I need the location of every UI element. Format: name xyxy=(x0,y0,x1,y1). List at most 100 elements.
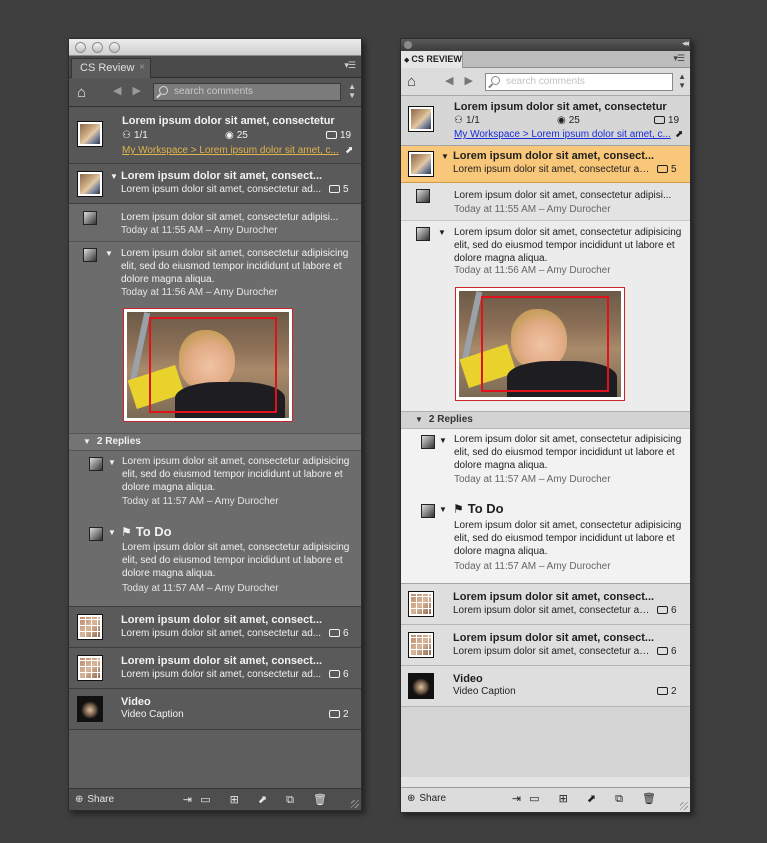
resize-grip-icon[interactable] xyxy=(351,800,359,808)
search-input[interactable]: search comments xyxy=(153,83,341,101)
status-badge[interactable]: ⚑ To Do xyxy=(121,524,172,539)
back-forward-icon[interactable]: ◀ ▶ xyxy=(445,74,477,87)
file-title: Lorem ipsum dolor sit amet, consect... xyxy=(121,655,323,667)
share-button[interactable]: ⊕ Share xyxy=(407,793,446,804)
chevron-down-icon[interactable]: ▼ xyxy=(108,458,116,467)
back-forward-icon[interactable]: ◀ ▶ xyxy=(113,84,145,97)
file-row[interactable]: Lorem ipsum dolor sit amet, consect... L… xyxy=(69,607,361,648)
tab-cs-review[interactable]: CS Review × xyxy=(71,58,151,78)
chevron-down-icon[interactable]: ▼ xyxy=(415,415,423,424)
minimize-window-button[interactable] xyxy=(92,42,103,53)
replies-header[interactable]: ▼ 2 Replies xyxy=(401,411,690,429)
review-summary-row[interactable]: Lorem ipsum dolor sit amet, consectetur … xyxy=(69,107,361,164)
flag-icon: ⚑ xyxy=(453,502,464,516)
thread-subtitle: Lorem ipsum dolor sit amet, consectetur … xyxy=(453,164,651,175)
panel-menu-icon[interactable]: ▾☰ xyxy=(344,60,356,71)
reply-row[interactable]: ▼ Lorem ipsum dolor sit amet, consectetu… xyxy=(401,429,690,497)
file-row[interactable]: Lorem ipsum dolor sit amet, consect... L… xyxy=(401,625,690,666)
file-comment-count: 6 xyxy=(657,605,677,616)
comment-bubble-icon xyxy=(329,670,340,678)
bottom-action-icons[interactable]: ⇥▭ ⊞ ⬈ ⧉ 🗑 xyxy=(512,792,664,806)
replies-header[interactable]: ▼ 2 Replies xyxy=(69,433,361,451)
eye-icon: ◉ xyxy=(225,130,234,141)
file-comment-count: 6 xyxy=(657,646,677,657)
thread-title: Lorem ipsum dolor sit amet, consect... xyxy=(121,170,323,182)
reply-row[interactable]: ▼ Lorem ipsum dolor sit amet, consectetu… xyxy=(69,451,361,519)
tab-cs-review[interactable]: ◆ CS REVIEW xyxy=(401,51,463,68)
zoom-window-button[interactable] xyxy=(109,42,120,53)
comment-text: Lorem ipsum dolor sit amet, consectetur … xyxy=(121,212,339,223)
video-thumbnail xyxy=(77,696,103,722)
thread-title: Lorem ipsum dolor sit amet, consect... xyxy=(453,150,655,162)
reply-row-todo[interactable]: ▼ ⚑ To Do Lorem ipsum dolor sit amet, con… xyxy=(401,497,690,584)
avatar xyxy=(83,248,97,262)
share-button[interactable]: ⊕ Share xyxy=(75,794,114,805)
chevron-down-icon[interactable]: ▼ xyxy=(439,505,447,514)
tab-stepper-icon: ◆ xyxy=(404,57,410,64)
sort-stepper-icon[interactable]: ▲ ▼ xyxy=(678,72,686,90)
avatar xyxy=(416,227,430,241)
chevron-down-icon[interactable]: ▼ xyxy=(108,528,116,537)
chevron-down-icon[interactable]: ▼ xyxy=(438,228,446,237)
chevron-down-icon[interactable]: ▼ xyxy=(83,437,91,446)
open-link-icon[interactable]: ⬈ xyxy=(675,129,683,140)
video-row[interactable]: Video Video Caption 2 xyxy=(401,666,690,707)
resize-grip-icon[interactable] xyxy=(680,802,688,810)
chevron-down-icon[interactable]: ▼ xyxy=(441,152,449,161)
cs-review-panel-dark: CS Review × ▾☰ ⌂ ◀ ▶ search comments ▲ ▼ … xyxy=(68,38,362,811)
file-thumbnail xyxy=(408,632,434,658)
reply-text: Lorem ipsum dolor sit amet, consectetur … xyxy=(454,520,682,557)
comment-row[interactable]: Lorem ipsum dolor sit amet, consectetur … xyxy=(401,183,690,221)
close-window-button[interactable] xyxy=(75,42,86,53)
comment-meta: Today at 11:55 AM – Amy Durocher xyxy=(454,204,611,215)
thread-subtitle: Lorem ipsum dolor sit amet, consectetur … xyxy=(121,184,322,195)
tab-label: CS Review xyxy=(80,62,135,74)
home-icon[interactable]: ⌂ xyxy=(407,73,416,90)
reply-meta: Today at 11:57 AM – Amy Durocher xyxy=(454,474,611,485)
home-icon[interactable]: ⌂ xyxy=(77,84,86,101)
views-count: ◉ 25 xyxy=(225,130,248,141)
collapse-panel-icon[interactable]: ◂◂ xyxy=(682,39,689,49)
eye-icon: ◉ xyxy=(557,115,566,126)
comment-row-with-image[interactable]: ▼ Lorem ipsum dolor sit amet, consectetu… xyxy=(69,242,361,433)
close-tab-icon[interactable]: × xyxy=(139,59,145,77)
file-subtitle: Lorem ipsum dolor sit amet, consectetur … xyxy=(121,669,322,680)
thread-row[interactable]: ▼ Lorem ipsum dolor sit amet, consect...… xyxy=(69,164,361,204)
file-row[interactable]: Lorem ipsum dolor sit amet, consect... L… xyxy=(69,648,361,689)
comment-meta: Today at 11:55 AM – Amy Durocher xyxy=(121,225,278,236)
comments-count: 19 xyxy=(654,115,679,126)
comment-row[interactable]: Lorem ipsum dolor sit amet, consectetur … xyxy=(69,204,361,242)
reply-row-todo[interactable]: ▼ ⚑ To Do Lorem ipsum dolor sit amet, con… xyxy=(69,519,361,607)
file-subtitle: Lorem ipsum dolor sit amet, consectetur … xyxy=(453,605,651,616)
participants-count: ⚇ 1/1 xyxy=(454,115,480,126)
annotated-image[interactable] xyxy=(123,308,293,422)
open-link-icon[interactable]: ⬈ xyxy=(345,145,353,156)
file-thumbnail xyxy=(77,614,103,640)
workspace-link[interactable]: My Workspace > Lorem ipsum dolor sit ame… xyxy=(454,129,672,140)
review-summary-row[interactable]: Lorem ipsum dolor sit amet, consectetur … xyxy=(401,96,690,146)
close-panel-button[interactable] xyxy=(404,41,412,49)
chevron-down-icon[interactable]: ▼ xyxy=(105,249,113,258)
annotated-image[interactable] xyxy=(455,287,625,401)
video-comment-count: 2 xyxy=(657,686,677,697)
reply-meta: Today at 11:57 AM – Amy Durocher xyxy=(122,583,279,594)
panel-menu-icon[interactable]: ▾☰ xyxy=(673,53,685,64)
search-input[interactable]: search comments xyxy=(485,73,673,91)
avatar xyxy=(83,211,97,225)
status-badge[interactable]: ⚑ To Do xyxy=(453,501,504,516)
annotation-rectangle[interactable] xyxy=(481,296,609,392)
sort-stepper-icon[interactable]: ▲ ▼ xyxy=(348,82,356,100)
comment-bubble-icon xyxy=(329,629,340,637)
comment-row-with-image[interactable]: ▼ Lorem ipsum dolor sit amet, consectetu… xyxy=(401,221,690,411)
thread-thumbnail xyxy=(77,171,103,197)
chevron-down-icon[interactable]: ▼ xyxy=(439,436,447,445)
bottom-action-icons[interactable]: ⇥▭ ⊞ ⬈ ⧉ 🗑 xyxy=(183,793,335,807)
workspace-link[interactable]: My Workspace > Lorem ipsum dolor sit ame… xyxy=(122,145,340,156)
video-row[interactable]: Video Video Caption 2 xyxy=(69,689,361,730)
annotation-rectangle[interactable] xyxy=(149,317,277,413)
chevron-down-icon[interactable]: ▼ xyxy=(110,172,118,181)
thread-row-selected[interactable]: ▼ Lorem ipsum dolor sit amet, consect...… xyxy=(401,146,690,183)
panel-tab-row: CS Review × ▾☰ xyxy=(69,56,361,78)
file-row[interactable]: Lorem ipsum dolor sit amet, consect... L… xyxy=(401,584,690,625)
avatar xyxy=(416,189,430,203)
